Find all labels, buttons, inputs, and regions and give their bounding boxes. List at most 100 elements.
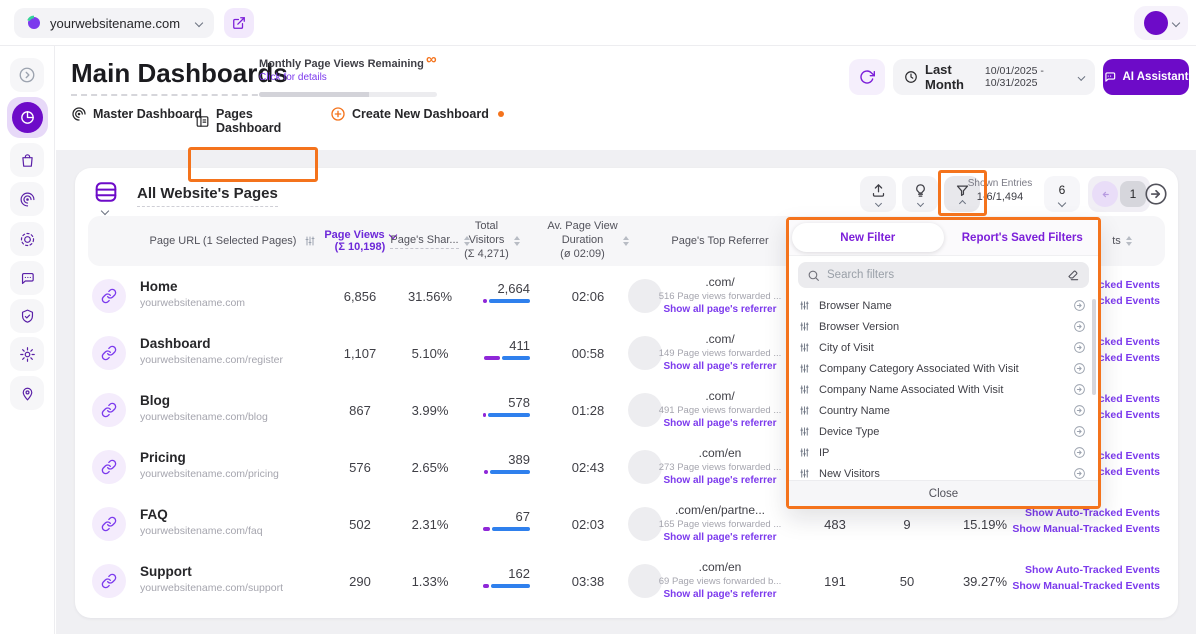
- show-all-referrers-link[interactable]: Show all page's referrer: [650, 418, 790, 429]
- arrow-right-circle-icon[interactable]: [1073, 467, 1086, 480]
- arrow-right-circle-icon[interactable]: [1073, 446, 1086, 459]
- column-events-partial[interactable]: ts: [1102, 216, 1142, 266]
- page-size-select[interactable]: 6: [1044, 176, 1080, 212]
- arrow-right-circle-icon[interactable]: [1073, 404, 1086, 417]
- next-page-button[interactable]: [1141, 179, 1171, 209]
- arrow-right-circle-icon[interactable]: [1073, 341, 1086, 354]
- arrow-right-circle-icon[interactable]: [1073, 299, 1086, 312]
- total-visitors-cell: 2,664: [450, 281, 530, 303]
- filter-item[interactable]: Browser Version: [789, 316, 1098, 337]
- filter-item[interactable]: Country Name: [789, 400, 1098, 421]
- sort-icon: [623, 236, 629, 246]
- quota-details-link[interactable]: Click for details: [259, 72, 444, 83]
- page-name[interactable]: Dashboard: [140, 336, 283, 351]
- arrow-right-circle-icon: [18, 66, 36, 84]
- filter-item[interactable]: City of Visit: [789, 337, 1098, 358]
- site-selector[interactable]: yourwebsitename.com: [14, 8, 214, 38]
- sliders-icon: [799, 384, 810, 395]
- insights-button[interactable]: [902, 176, 938, 212]
- date-range-value: 10/01/2025 - 10/31/2025: [985, 65, 1072, 89]
- sidebar-collapse-button[interactable]: [10, 58, 44, 92]
- filter-search-input[interactable]: [827, 269, 1059, 281]
- show-all-referrers-link[interactable]: Show all page's referrer: [650, 361, 790, 372]
- filter-item[interactable]: Browser Name: [789, 295, 1098, 316]
- show-all-referrers-link[interactable]: Show all page's referrer: [650, 475, 790, 486]
- sidebar-item-recordings[interactable]: [10, 222, 44, 256]
- tab-master-dashboard[interactable]: Master Dashboard: [71, 106, 202, 122]
- page-name[interactable]: Home: [140, 279, 245, 294]
- sidebar-item-feedback[interactable]: [10, 261, 44, 295]
- show-all-referrers-link[interactable]: Show all page's referrer: [650, 304, 790, 315]
- table-widget-icon[interactable]: [92, 178, 122, 208]
- column-avg-duration[interactable]: Av. Page View Duration(ø 02:09): [536, 216, 640, 266]
- sidebar-item-settings[interactable]: [10, 337, 44, 371]
- previous-page-button[interactable]: [1092, 181, 1118, 207]
- sidebar: [0, 46, 55, 634]
- arrow-right-circle-icon[interactable]: [1073, 383, 1086, 396]
- gear-icon: [19, 346, 36, 363]
- tab-new-filter[interactable]: New Filter: [792, 223, 944, 252]
- sidebar-item-sessions[interactable]: [10, 182, 44, 216]
- arrow-right-circle-icon[interactable]: [1073, 362, 1086, 375]
- page-url: yourwebsitename.com/pricing: [140, 468, 279, 480]
- sidebar-item-privacy[interactable]: [10, 299, 44, 333]
- chat-icon: [1103, 70, 1117, 84]
- shown-entries-value: 1-6/1,494: [960, 191, 1040, 203]
- ai-assistant-button[interactable]: AI Assistant: [1103, 59, 1189, 95]
- sidebar-item-dashboards[interactable]: [7, 97, 48, 138]
- clear-search-icon[interactable]: [1066, 268, 1080, 282]
- filter-item[interactable]: Company Name Associated With Visit: [789, 379, 1098, 400]
- show-manual-tracked-events-link[interactable]: Show Manual-Tracked Events: [1010, 523, 1160, 535]
- chevron-down-icon: [101, 207, 109, 215]
- sidebar-item-locations[interactable]: [10, 376, 44, 410]
- page-title: Main Dashboards: [71, 58, 288, 96]
- show-auto-tracked-events-link[interactable]: Show Auto-Tracked Events: [1010, 564, 1160, 576]
- referrer-cell: .com/en 69 Page views forwarded b... Sho…: [650, 560, 790, 600]
- sidebar-item-conversions[interactable]: [10, 143, 44, 177]
- referrer-note: 165 Page views forwarded ...: [650, 519, 790, 530]
- referrer-domain: .com/: [650, 332, 790, 346]
- infinity-icon: ∞: [426, 51, 437, 68]
- show-all-referrers-link[interactable]: Show all page's referrer: [650, 589, 790, 600]
- visitors-value: 2,664: [450, 281, 530, 296]
- date-range-picker[interactable]: Last Month 10/01/2025 - 10/31/2025: [893, 59, 1095, 95]
- referrer-cell: .com/en 273 Page views forwarded ... Sho…: [650, 446, 790, 486]
- tab-create-new-dashboard[interactable]: Create New Dashboard: [330, 106, 504, 122]
- arrow-right-circle-icon[interactable]: [1073, 320, 1086, 333]
- filter-item[interactable]: Company Category Associated With Visit: [789, 358, 1098, 379]
- page-name[interactable]: Blog: [140, 393, 268, 408]
- show-manual-tracked-events-link[interactable]: Show Manual-Tracked Events: [1010, 580, 1160, 592]
- chevron-down-icon: [195, 19, 203, 27]
- page-link-icon[interactable]: [92, 507, 126, 541]
- tab-pages-dashboard[interactable]: Pages Dashboard: [195, 107, 317, 135]
- close-filter-popup-button[interactable]: Close: [789, 480, 1098, 506]
- page-link-icon[interactable]: [92, 279, 126, 313]
- page-name[interactable]: Support: [140, 564, 283, 579]
- page-link-icon[interactable]: [92, 393, 126, 427]
- page-link-icon[interactable]: [92, 336, 126, 370]
- filter-item[interactable]: New Visitors: [789, 463, 1098, 480]
- user-menu[interactable]: [1134, 6, 1188, 40]
- column-sum: (ø 02:09): [560, 248, 605, 260]
- scrollbar-thumb[interactable]: [1092, 299, 1096, 395]
- column-total-visitors[interactable]: Total Visitors(Σ 4,271): [450, 216, 534, 266]
- filter-item[interactable]: Device Type: [789, 421, 1098, 442]
- page-name[interactable]: Pricing: [140, 450, 279, 465]
- arrow-right-circle-icon[interactable]: [1073, 425, 1086, 438]
- tab-saved-filters[interactable]: Report's Saved Filters: [947, 220, 1099, 255]
- page-link-icon[interactable]: [92, 450, 126, 484]
- filter-item-label: Browser Name: [819, 300, 1064, 312]
- site-favicon-icon: [26, 15, 42, 31]
- show-all-referrers-link[interactable]: Show all page's referrer: [650, 532, 790, 543]
- sliders-icon: [799, 426, 810, 437]
- refresh-button[interactable]: [849, 59, 885, 95]
- sliders-icon: [799, 447, 810, 458]
- filter-item[interactable]: IP: [789, 442, 1098, 463]
- column-top-referrer[interactable]: Page's Top Referrer: [650, 216, 790, 266]
- avatar: [1144, 11, 1168, 35]
- page-link-icon[interactable]: [92, 564, 126, 598]
- open-site-button[interactable]: [224, 8, 254, 38]
- page-name[interactable]: FAQ: [140, 507, 263, 522]
- export-button[interactable]: [860, 176, 896, 212]
- duration-value: 02:06: [538, 268, 638, 325]
